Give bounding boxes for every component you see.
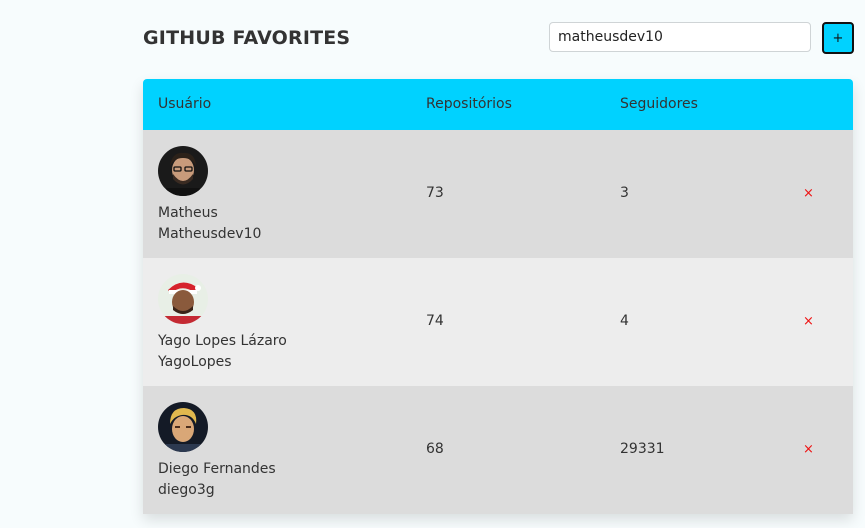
table-row: Yago Lopes Lázaro YagoLopes 74 4 ×: [143, 258, 853, 386]
remove-favorite-button[interactable]: ×: [799, 312, 818, 331]
table-row: Matheus Matheusdev10 73 3 ×: [143, 130, 853, 258]
user-name: Yago Lopes Lázaro: [158, 333, 287, 349]
remove-favorite-button[interactable]: ×: [799, 184, 818, 203]
user-login: Matheusdev10: [158, 226, 262, 242]
user-name: Matheus: [158, 205, 218, 221]
avatar: [158, 402, 208, 452]
repositories-count: 74: [426, 313, 444, 329]
remove-favorite-button[interactable]: ×: [799, 440, 818, 459]
followers-count: 29331: [620, 441, 665, 457]
search-input[interactable]: [549, 22, 811, 52]
repositories-count: 73: [426, 185, 444, 201]
avatar: [158, 274, 208, 324]
column-header-repositories: Repositórios: [426, 96, 512, 112]
page-title: GITHUB FAVORITES: [143, 27, 351, 49]
user-login: diego3g: [158, 482, 215, 498]
followers-count: 3: [620, 185, 629, 201]
table-row: Diego Fernandes diego3g 68 29331 ×: [143, 386, 853, 514]
add-favorite-button[interactable]: +: [822, 22, 854, 54]
column-header-followers: Seguidores: [620, 96, 698, 112]
user-name: Diego Fernandes: [158, 461, 276, 477]
repositories-count: 68: [426, 441, 444, 457]
avatar: [158, 146, 208, 196]
followers-count: 4: [620, 313, 629, 329]
favorites-table: Usuário Repositórios Seguidores Matheus …: [143, 79, 853, 514]
column-header-user: Usuário: [158, 96, 212, 112]
user-login: YagoLopes: [158, 354, 232, 370]
table-header: Usuário Repositórios Seguidores: [143, 79, 853, 130]
